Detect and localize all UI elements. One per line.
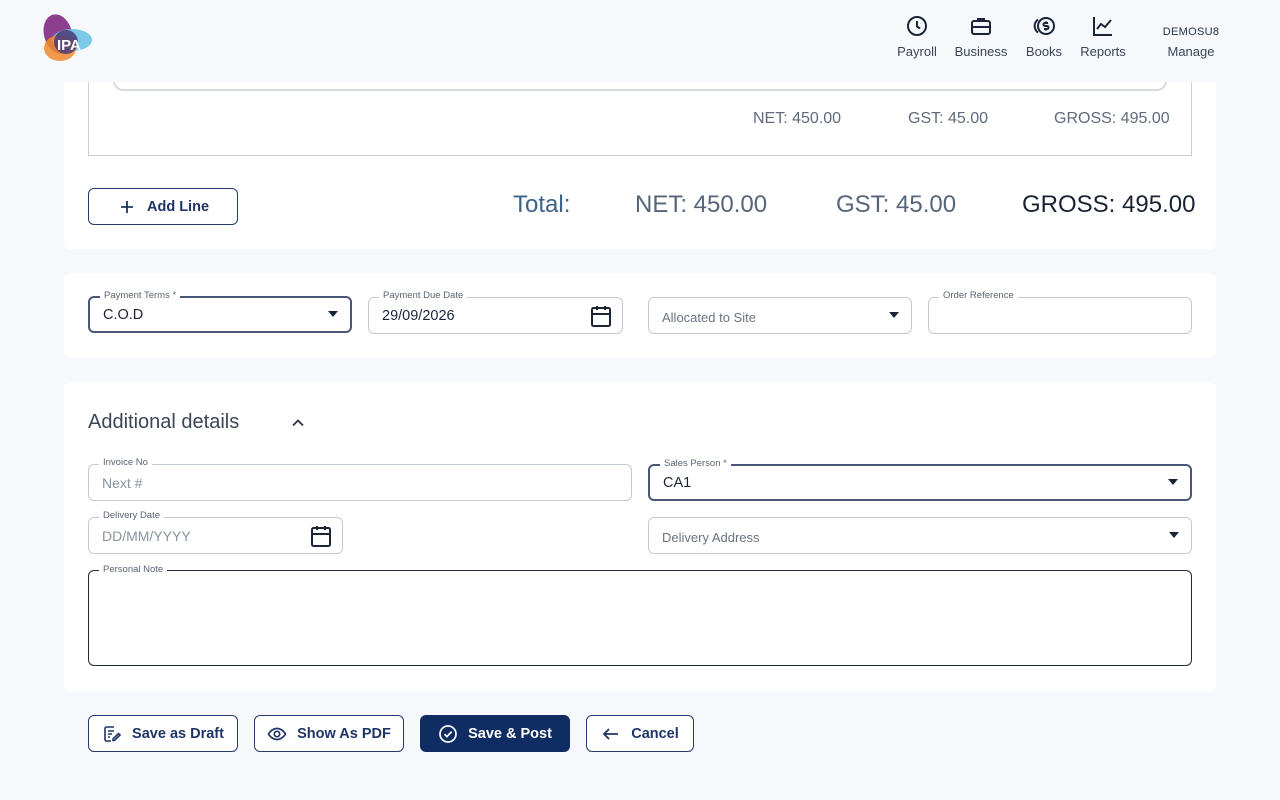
nav-books-label: Books xyxy=(1025,44,1063,59)
delivery-date-field[interactable]: Delivery Date DD/MM/YYYY xyxy=(88,509,343,554)
sales-person-value: CA1 xyxy=(663,475,692,491)
invoice-no-label: Invoice No xyxy=(99,456,152,470)
user-name: DEMOSU8 xyxy=(1162,26,1220,38)
logo-lettering: IPA xyxy=(57,37,81,54)
subtotal-gst: GST: 45.00 xyxy=(908,110,989,127)
save-draft-label: Save as Draft xyxy=(132,725,224,742)
check-circle-icon xyxy=(439,724,457,743)
save-post-button[interactable]: Save & Post xyxy=(420,715,570,752)
nav-business[interactable]: Business xyxy=(954,14,1008,59)
cancel-label: Cancel xyxy=(631,725,679,742)
caret-down-icon xyxy=(328,311,338,317)
sales-person-label: Sales Person * xyxy=(660,457,731,471)
nav-manage-label: Manage xyxy=(1167,44,1215,59)
order-reference-label: Order Reference xyxy=(939,289,1018,303)
delivery-date-placeholder: DD/MM/YYYY xyxy=(102,528,191,544)
nav-business-label: Business xyxy=(954,44,1008,59)
payment-terms-select[interactable]: Payment Terms * C.O.D xyxy=(88,289,352,333)
personal-note-textarea[interactable]: Personal Note xyxy=(88,563,1192,666)
payment-terms-label: Payment Terms * xyxy=(100,289,181,303)
total-label: Total: xyxy=(513,191,571,218)
caret-down-icon xyxy=(1168,479,1178,485)
chevron-up-icon[interactable] xyxy=(290,415,306,431)
section-title: Additional details xyxy=(88,411,240,433)
nav-manage[interactable]: DEMOSU8 Manage xyxy=(1162,14,1220,59)
sales-person-select[interactable]: Sales Person * CA1 xyxy=(648,457,1192,501)
arrow-left-icon xyxy=(602,727,619,740)
invoice-no-placeholder: Next # xyxy=(102,475,143,491)
briefcase-icon xyxy=(971,18,991,35)
eye-icon xyxy=(267,727,287,740)
total-gst: GST: 45.00 xyxy=(836,191,957,218)
calendar-icon[interactable] xyxy=(590,304,612,328)
delivery-address-select[interactable]: Delivery Address xyxy=(648,517,1192,554)
plus-icon xyxy=(120,200,133,213)
save-draft-button[interactable]: Save as Draft xyxy=(88,715,238,752)
cancel-button[interactable]: Cancel xyxy=(586,715,694,752)
nav-payroll[interactable]: Payroll xyxy=(896,14,938,59)
total-gross: GROSS: 495.00 xyxy=(1022,191,1196,218)
save-post-label: Save & Post xyxy=(468,725,552,742)
personal-note-label: Personal Note xyxy=(99,563,168,577)
caret-down-icon xyxy=(889,312,899,318)
nav-books[interactable]: Books xyxy=(1024,14,1064,59)
show-pdf-button[interactable]: Show As PDF xyxy=(254,715,404,752)
payment-card: Payment Terms * C.O.D Payment Due Date 2… xyxy=(64,273,1216,358)
order-reference-field[interactable]: Order Reference xyxy=(928,289,1192,334)
top-bar: IPA Payroll Business Books Reports DEMOS… xyxy=(0,0,1280,82)
additional-details-card: Additional details Invoice No Next # Sal… xyxy=(64,382,1216,691)
clock-icon xyxy=(907,16,927,36)
nav-reports[interactable]: Reports xyxy=(1078,14,1128,59)
payment-due-date-value: 29/09/2026 xyxy=(382,308,455,324)
caret-down-icon xyxy=(1169,532,1179,538)
delivery-date-label: Delivery Date xyxy=(99,509,165,523)
invoice-lines-card: NET: 450.00 GST: 45.00 GROSS: 495.00 Add… xyxy=(64,60,1216,249)
show-pdf-label: Show As PDF xyxy=(297,725,391,742)
allocated-site-placeholder: Allocated to Site xyxy=(662,310,756,325)
payment-due-date-label: Payment Due Date xyxy=(379,289,468,303)
add-line-label: Add Line xyxy=(146,198,210,215)
payment-terms-value: C.O.D xyxy=(103,307,144,323)
calendar-icon[interactable] xyxy=(310,524,332,548)
dollar-coins-icon xyxy=(1033,17,1055,35)
subtotal-gross: GROSS: 495.00 xyxy=(1054,110,1170,127)
total-net: NET: 450.00 xyxy=(635,191,768,218)
delivery-address-placeholder: Delivery Address xyxy=(662,530,760,545)
edit-note-icon xyxy=(104,725,122,742)
nav-reports-label: Reports xyxy=(1080,44,1126,59)
add-line-button[interactable]: Add Line xyxy=(88,188,238,225)
nav-payroll-label: Payroll xyxy=(897,44,937,59)
chart-line-icon xyxy=(1093,17,1112,36)
allocated-site-select[interactable]: Allocated to Site xyxy=(648,297,912,334)
ipa-logo[interactable]: IPA xyxy=(36,12,96,66)
subtotal-net: NET: 450.00 xyxy=(753,110,842,127)
payment-due-date-field[interactable]: Payment Due Date 29/09/2026 xyxy=(368,289,623,334)
invoice-no-field[interactable]: Invoice No Next # xyxy=(88,456,632,501)
